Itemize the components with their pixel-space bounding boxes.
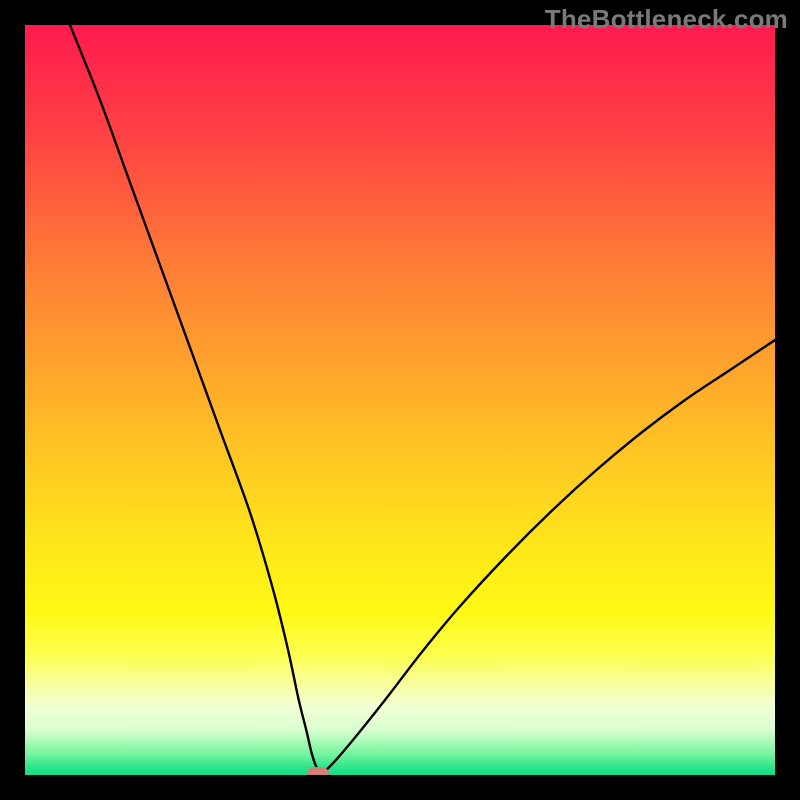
chart-frame: TheBottleneck.com [0, 0, 800, 800]
optimal-marker [307, 767, 329, 776]
watermark-text: TheBottleneck.com [545, 4, 788, 35]
bottleneck-curve [25, 25, 775, 775]
plot-area [25, 25, 775, 775]
